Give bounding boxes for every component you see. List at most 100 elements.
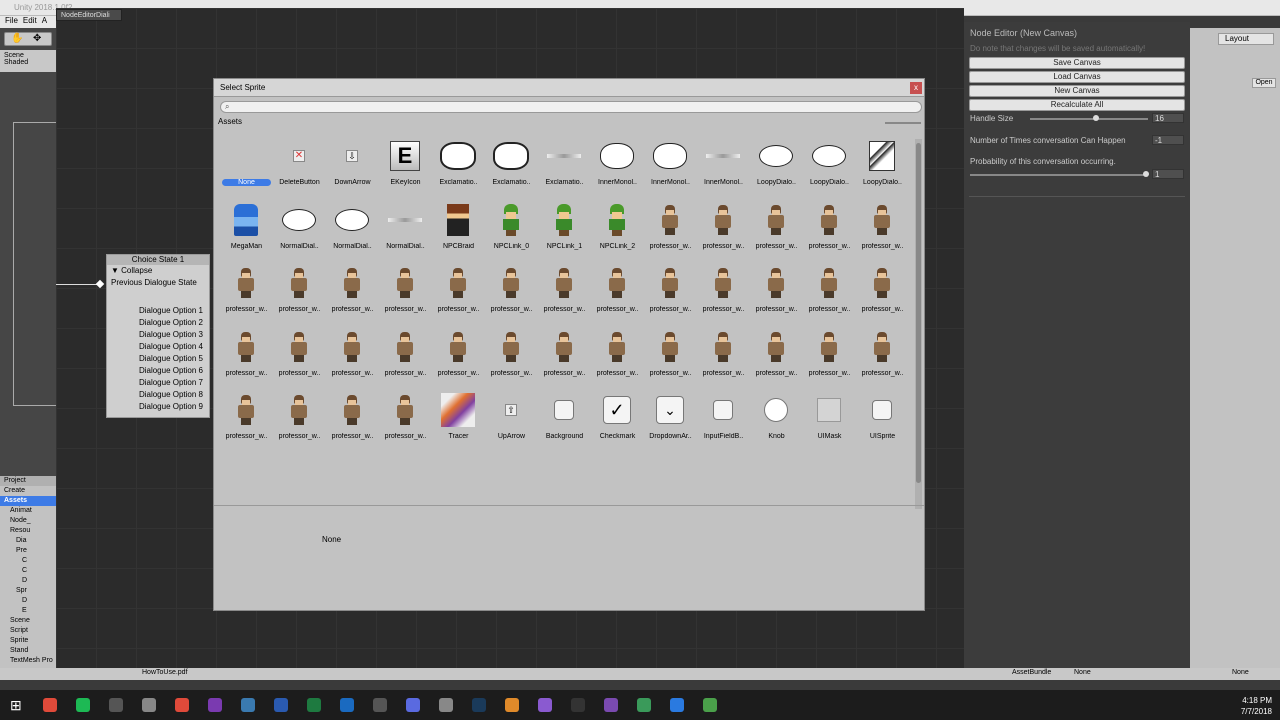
sprite-item[interactable]: None xyxy=(220,135,273,197)
taskbar-app-icon[interactable] xyxy=(109,698,123,712)
times-field[interactable]: -1 xyxy=(1152,135,1184,145)
sprite-item[interactable]: MegaMan xyxy=(220,199,273,261)
node-title[interactable]: Choice State 1 xyxy=(107,255,209,265)
hand-tool-icon[interactable]: ✋ xyxy=(11,33,23,44)
sprite-item[interactable]: NPCLink_0 xyxy=(485,199,538,261)
sprite-item[interactable]: NormalDial.. xyxy=(326,199,379,261)
sprite-item[interactable]: professor_w.. xyxy=(538,326,591,388)
sprite-item[interactable]: Knob xyxy=(750,389,803,451)
scrollbar[interactable] xyxy=(915,139,922,509)
sprite-item[interactable]: professor_w.. xyxy=(220,389,273,451)
dialogue-option[interactable]: Dialogue Option 5 xyxy=(107,353,209,365)
sprite-item[interactable]: InnerMonol.. xyxy=(591,135,644,197)
clock[interactable]: 4:18 PM 7/7/2018 xyxy=(1241,695,1272,717)
search-input[interactable]: ⌕ xyxy=(220,101,922,113)
sprite-item[interactable]: professor_w.. xyxy=(591,326,644,388)
probability-knob[interactable] xyxy=(1143,171,1149,177)
choice-state-node[interactable]: Choice State 1 ▼ Collapse Previous Dialo… xyxy=(106,254,210,418)
project-tree-item[interactable]: Node_ xyxy=(0,516,56,526)
sprite-item[interactable]: Exclamatio.. xyxy=(432,135,485,197)
menu-file[interactable]: File xyxy=(5,16,18,25)
sprite-item[interactable]: ✕ DeleteButton xyxy=(273,135,326,197)
load-canvas-button[interactable]: Load Canvas xyxy=(969,71,1185,83)
sprite-item[interactable]: professor_w.. xyxy=(803,199,856,261)
sprite-item[interactable]: InnerMonol.. xyxy=(697,135,750,197)
sprite-item[interactable]: InnerMonol.. xyxy=(644,135,697,197)
dialogue-option[interactable]: Dialogue Option 7 xyxy=(107,377,209,389)
variant-dropdown[interactable]: None xyxy=(1232,669,1249,676)
sprite-item[interactable]: professor_w.. xyxy=(379,326,432,388)
node-editor-tab[interactable]: NodeEditorDiali xyxy=(56,9,122,21)
sprite-item[interactable]: professor_w.. xyxy=(379,262,432,324)
probability-field[interactable]: 1 xyxy=(1152,169,1184,179)
sprite-item[interactable]: LoopyDialo.. xyxy=(750,135,803,197)
sprite-item[interactable]: professor_w.. xyxy=(220,326,273,388)
sprite-item[interactable]: professor_w.. xyxy=(538,262,591,324)
project-tree-item[interactable]: Spr xyxy=(0,586,56,596)
project-tree-item[interactable]: Pre xyxy=(0,546,56,556)
sprite-item[interactable]: professor_w.. xyxy=(432,326,485,388)
dialogue-option[interactable]: Dialogue Option 6 xyxy=(107,365,209,377)
sprite-item[interactable]: professor_w.. xyxy=(326,326,379,388)
sprite-item[interactable]: professor_w.. xyxy=(432,262,485,324)
sprite-item[interactable]: ✓ Checkmark xyxy=(591,389,644,451)
zoom-slider[interactable] xyxy=(885,122,921,124)
taskbar-app-icon[interactable] xyxy=(637,698,651,712)
taskbar-app-icon[interactable] xyxy=(307,698,321,712)
project-tree-item[interactable]: Resou xyxy=(0,526,56,536)
project-tree-item[interactable]: E xyxy=(0,606,56,616)
probability-slider[interactable] xyxy=(970,174,1148,176)
taskbar-app-icon[interactable] xyxy=(373,698,387,712)
project-tab[interactable]: Project xyxy=(0,476,56,486)
taskbar-app-icon[interactable] xyxy=(670,698,684,712)
sprite-item[interactable]: ⌄ DropdownAr.. xyxy=(644,389,697,451)
taskbar-app-icon[interactable] xyxy=(175,698,189,712)
project-tree-item[interactable]: Stand xyxy=(0,646,56,656)
taskbar-app-icon[interactable] xyxy=(505,698,519,712)
taskbar-app-icon[interactable] xyxy=(142,698,156,712)
sprite-item[interactable]: E EKeyIcon xyxy=(379,135,432,197)
taskbar-app-icon[interactable] xyxy=(274,698,288,712)
scene-tab[interactable]: Scene Shaded xyxy=(0,50,56,72)
layout-dropdown[interactable]: Layout xyxy=(1218,33,1274,45)
sprite-item[interactable]: ⇧ UpArrow xyxy=(485,389,538,451)
sprite-item[interactable]: professor_w.. xyxy=(856,199,909,261)
taskbar-app-icon[interactable] xyxy=(538,698,552,712)
sprite-item[interactable]: Tracer xyxy=(432,389,485,451)
sprite-item[interactable]: NormalDial.. xyxy=(379,199,432,261)
sprite-item[interactable]: professor_w.. xyxy=(644,199,697,261)
preview-divider[interactable] xyxy=(214,505,924,506)
sprite-item[interactable]: LoopyDialo.. xyxy=(803,135,856,197)
move-tool-icon[interactable]: ✥ xyxy=(33,33,41,44)
sprite-item[interactable]: professor_w.. xyxy=(326,389,379,451)
new-canvas-button[interactable]: New Canvas xyxy=(969,85,1185,97)
project-tree-item[interactable]: D xyxy=(0,596,56,606)
taskbar-app-icon[interactable] xyxy=(472,698,486,712)
handle-size-knob[interactable] xyxy=(1093,115,1099,121)
taskbar-app-icon[interactable] xyxy=(76,698,90,712)
dialogue-option[interactable]: Dialogue Option 8 xyxy=(107,389,209,401)
sprite-item[interactable]: NPCLink_2 xyxy=(591,199,644,261)
taskbar-app-icon[interactable] xyxy=(340,698,354,712)
sprite-item[interactable]: professor_w.. xyxy=(273,262,326,324)
sprite-item[interactable]: professor_w.. xyxy=(697,262,750,324)
assets-tab[interactable]: Assets xyxy=(218,117,242,126)
sprite-item[interactable]: professor_w.. xyxy=(750,262,803,324)
sprite-item[interactable]: professor_w.. xyxy=(485,262,538,324)
sprite-item[interactable]: professor_w.. xyxy=(750,326,803,388)
sprite-item[interactable]: professor_w.. xyxy=(803,262,856,324)
sprite-item[interactable]: professor_w.. xyxy=(591,262,644,324)
project-tree-item[interactable]: Assets xyxy=(0,496,56,506)
project-tree-item[interactable]: TextMesh Pro xyxy=(0,656,56,666)
taskbar-app-icon[interactable] xyxy=(208,698,222,712)
taskbar-app-icon[interactable] xyxy=(241,698,255,712)
collapse-toggle[interactable]: ▼ Collapse xyxy=(107,265,209,277)
project-tree-item[interactable]: D xyxy=(0,576,56,586)
create-button[interactable]: Create xyxy=(0,486,56,496)
open-button[interactable]: Open xyxy=(1252,78,1276,88)
save-canvas-button[interactable]: Save Canvas xyxy=(969,57,1185,69)
sprite-item[interactable]: professor_w.. xyxy=(856,262,909,324)
dialogue-option[interactable]: Dialogue Option 3 xyxy=(107,329,209,341)
sprite-item[interactable]: LoopyDialo.. xyxy=(856,135,909,197)
sprite-item[interactable]: UIMask xyxy=(803,389,856,451)
